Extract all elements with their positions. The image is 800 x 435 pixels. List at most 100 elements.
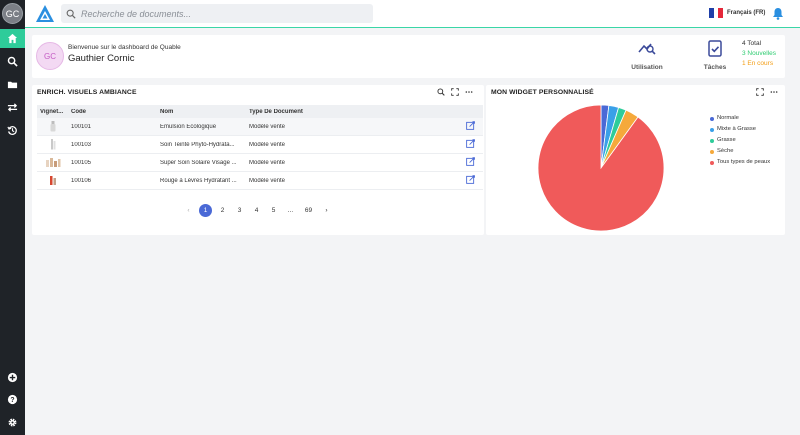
documents-table: Vignet... Code Nom Type De Document 1001… xyxy=(37,105,483,190)
usage-label: Utilisation xyxy=(631,64,663,71)
legend-dot xyxy=(710,149,714,154)
row-code: 100103 xyxy=(71,141,92,148)
sidebar-item-search[interactable] xyxy=(0,52,25,71)
transfer-icon xyxy=(7,103,18,112)
next-page-button[interactable]: › xyxy=(320,204,333,217)
more-options-icon[interactable] xyxy=(465,88,473,96)
page-ellipsis: ... xyxy=(287,207,294,214)
legend-dot xyxy=(710,116,714,121)
legend-item[interactable]: Tous types de peaux xyxy=(710,157,770,168)
row-type: Modèle vente xyxy=(249,159,286,166)
folder-icon xyxy=(7,81,18,89)
sidebar-item-help[interactable]: ? xyxy=(0,390,25,409)
widget-title: ENRICH. VISUELS AMBIANCE xyxy=(37,89,137,96)
edit-icon[interactable] xyxy=(466,139,475,148)
user-name: Gauthier Cornic xyxy=(68,53,135,64)
search-icon xyxy=(7,56,18,67)
legend-dot xyxy=(710,138,714,143)
legend-item[interactable]: Mixte à Grasse xyxy=(710,124,770,135)
row-name: Soin Teinté Phyto-Hydrata... xyxy=(160,141,235,148)
page-button-1[interactable]: 1 xyxy=(199,204,212,217)
more-options-icon[interactable] xyxy=(770,88,778,96)
column-header-thumbnail[interactable]: Vignet... xyxy=(37,109,71,115)
bell-icon[interactable] xyxy=(772,7,784,20)
sidebar-item-transfers[interactable] xyxy=(0,98,25,117)
visuals-widget: ENRICH. VISUELS AMBIANCE Vignet... Code … xyxy=(32,85,484,235)
product-thumbnail xyxy=(51,138,56,149)
table-row[interactable]: 100105 Super Soin Solaire Visage ... Mod… xyxy=(37,154,483,172)
row-type: Modèle vente xyxy=(249,177,286,184)
task-counts: 4 Total 3 Nouvelles 1 En cours xyxy=(742,39,776,69)
edit-icon[interactable] xyxy=(466,175,475,184)
column-header-type[interactable]: Type De Document xyxy=(249,109,399,115)
pie-chart[interactable] xyxy=(536,103,666,233)
language-label: Français (FR) xyxy=(727,10,766,16)
language-selector[interactable]: Français (FR) xyxy=(709,8,765,18)
pagination: ‹ 1 2 3 4 5 ... 69 › xyxy=(182,204,333,217)
search-bar[interactable] xyxy=(61,4,373,23)
sidebar-item-history[interactable] xyxy=(0,121,25,140)
page-button-3[interactable]: 3 xyxy=(233,204,246,217)
settings-icon xyxy=(8,418,17,427)
widget-toolbar xyxy=(437,88,473,96)
pie-slice-tous-types-de-peaux[interactable] xyxy=(537,104,665,232)
row-name: Émulsion Écologique xyxy=(160,123,217,130)
product-thumbnail xyxy=(46,157,61,167)
legend-item[interactable]: Grasse xyxy=(710,135,770,146)
fullscreen-icon[interactable] xyxy=(756,88,764,96)
usage-stat[interactable]: Utilisation xyxy=(622,38,672,74)
search-icon[interactable] xyxy=(437,88,445,96)
sidebar-item-settings[interactable] xyxy=(0,413,25,432)
row-code: 100106 xyxy=(71,177,92,184)
page-button-4[interactable]: 4 xyxy=(250,204,263,217)
sidebar-item-add[interactable] xyxy=(0,368,25,387)
home-icon xyxy=(7,33,18,44)
row-code: 100101 xyxy=(71,123,92,130)
avatar: GC xyxy=(36,42,64,70)
legend-item[interactable]: Normale xyxy=(710,113,770,124)
edit-icon[interactable] xyxy=(466,157,475,166)
tasks-new[interactable]: 3 Nouvelles xyxy=(742,49,776,59)
welcome-card: GC Bienvenue sur le dashboard de Quable … xyxy=(32,35,785,78)
svg-text:?: ? xyxy=(10,397,14,404)
edit-icon[interactable] xyxy=(466,121,475,130)
welcome-greeting: Bienvenue sur le dashboard de Quable xyxy=(68,44,181,51)
help-icon: ? xyxy=(7,394,18,405)
row-name: Super Soin Solaire Visage ... xyxy=(160,159,237,166)
widget-toolbar xyxy=(756,88,778,96)
top-bar: Français (FR) xyxy=(25,0,800,28)
page-button-69[interactable]: 69 xyxy=(301,204,316,217)
table-row[interactable]: 100106 Rouge à Lèvres Hydratant ... Modè… xyxy=(37,172,483,190)
search-input[interactable] xyxy=(81,8,361,19)
column-header-name[interactable]: Nom xyxy=(160,109,249,115)
row-type: Modèle vente xyxy=(249,123,286,130)
tasks-in-progress[interactable]: 1 En cours xyxy=(742,59,776,69)
legend-dot xyxy=(710,160,714,165)
custom-widget: MON WIDGET PERSONNALISÉ Normale Mixte à … xyxy=(486,85,785,235)
legend-item[interactable]: Sèche xyxy=(710,146,770,157)
search-icon xyxy=(66,9,76,19)
legend-dot xyxy=(710,127,714,132)
france-flag-icon xyxy=(709,8,724,18)
table-row[interactable]: 100103 Soin Teinté Phyto-Hydrata... Modè… xyxy=(37,136,483,154)
prev-page-button[interactable]: ‹ xyxy=(182,204,195,217)
quable-logo[interactable] xyxy=(35,4,55,24)
history-icon xyxy=(7,126,17,135)
row-name: Rouge à Lèvres Hydratant ... xyxy=(160,177,237,184)
row-type: Modèle vente xyxy=(249,141,286,148)
table-row[interactable]: 100101 Émulsion Écologique Modèle vente xyxy=(37,118,483,136)
add-circle-icon xyxy=(7,372,18,383)
sidebar-item-documents[interactable] xyxy=(0,75,25,94)
tasks-stat[interactable]: Tâches xyxy=(690,38,740,74)
user-avatar[interactable]: GC xyxy=(2,3,23,24)
tasks-total[interactable]: 4 Total xyxy=(742,39,776,49)
sidebar-item-home[interactable] xyxy=(0,29,25,48)
sidebar: GC ? xyxy=(0,0,25,435)
fullscreen-icon[interactable] xyxy=(451,88,459,96)
page-button-2[interactable]: 2 xyxy=(216,204,229,217)
usage-chart-icon xyxy=(638,43,656,55)
table-header: Vignet... Code Nom Type De Document xyxy=(37,105,483,118)
page-button-5[interactable]: 5 xyxy=(267,204,280,217)
product-thumbnail xyxy=(50,175,56,185)
column-header-code[interactable]: Code xyxy=(71,109,160,115)
